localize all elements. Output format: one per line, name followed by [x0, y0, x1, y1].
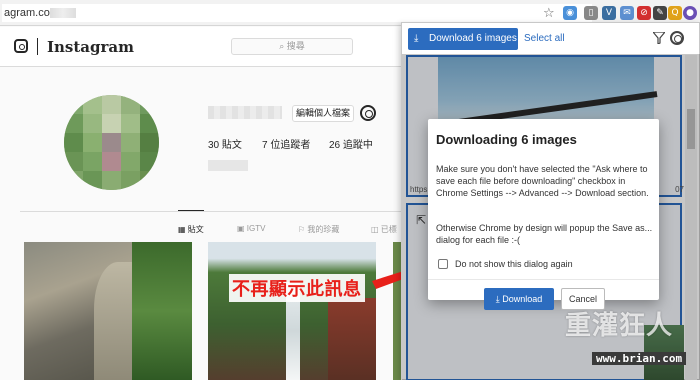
rock-face-shape: [328, 298, 376, 380]
tab-tagged-label: 已標: [380, 225, 397, 234]
download-dialog: Downloading 6 images Make sure you don't…: [428, 119, 659, 310]
tab-posts-label: 貼文: [187, 225, 204, 234]
camera-icon[interactable]: [14, 39, 28, 53]
url-blur: [49, 8, 76, 19]
search-placeholder: 搜尋: [286, 41, 305, 51]
tab-posts[interactable]: ▦ 貼文: [178, 224, 204, 235]
posts-count[interactable]: 30 貼文: [208, 136, 242, 151]
username-blurred: [208, 106, 282, 119]
search-input[interactable]: ⌕ 搜尋: [231, 38, 353, 55]
foliage-shape: [132, 242, 192, 380]
dialog-warning: Otherwise Chrome by design will popup th…: [436, 223, 653, 245]
page-icon[interactable]: ▯: [584, 6, 598, 20]
q-icon[interactable]: Q: [668, 6, 682, 20]
tab-saved[interactable]: ⚐ 我的珍藏: [298, 224, 339, 235]
download-images-button[interactable]: ⤓ Download 6 images: [408, 28, 518, 50]
followers-count[interactable]: 7 位追蹤者: [262, 136, 310, 151]
tags-icon[interactable]: ✎: [653, 6, 667, 20]
tab-tagged[interactable]: ◫ 已標: [371, 224, 397, 235]
bio-blurred: [208, 160, 248, 171]
block-icon[interactable]: ⊘: [637, 6, 651, 20]
dont-show-again-checkbox[interactable]: [438, 259, 448, 269]
filter-icon[interactable]: [653, 32, 665, 44]
extension-toolbar: ⤓ Download 6 images Select all: [402, 23, 699, 55]
dialog-download-button[interactable]: ⤓ Download: [484, 288, 554, 310]
dialog-divider: [428, 279, 659, 280]
mail-icon[interactable]: ✉: [620, 6, 634, 20]
profile-icon[interactable]: ●: [683, 6, 697, 20]
watermark-text: 重灌狂人: [565, 311, 674, 341]
dialog-instructions: Make sure you don't have selected the "A…: [436, 164, 649, 198]
tab-igtv-label: IGTV: [246, 224, 266, 233]
settings-gear-icon[interactable]: [360, 105, 376, 121]
download-images-label: Download 6 images: [429, 33, 517, 44]
drive-icon[interactable]: ◉: [563, 6, 577, 20]
logo-divider: [37, 38, 38, 55]
address-bar[interactable]: agram.co: [2, 4, 592, 22]
active-tab-indicator: [178, 210, 204, 211]
url-text: agram.co: [4, 7, 50, 19]
dialog-title: Downloading 6 images: [436, 132, 577, 147]
grid-photo-1[interactable]: [24, 242, 192, 380]
dialog-download-label: Download: [502, 294, 543, 304]
annotation-label: 不再顯示此訊息: [229, 274, 365, 302]
instagram-wordmark[interactable]: Instagram: [47, 38, 134, 56]
grid-photo-2[interactable]: [208, 242, 376, 380]
bookmark-star-icon[interactable]: ☆: [543, 5, 555, 21]
following-count[interactable]: 26 追蹤中: [329, 136, 373, 151]
select-all-link[interactable]: Select all: [524, 33, 565, 44]
edit-profile-button[interactable]: 編輯個人檔案: [292, 105, 354, 122]
vk-icon[interactable]: V: [602, 6, 616, 20]
screenshot-root: agram.co ☆ ◉ ▯ V ✉ ⊘ ✎ Q ● Instagram ⌕ 搜…: [0, 0, 700, 380]
dont-show-again-label[interactable]: Do not show this dialog again: [455, 259, 573, 269]
watermark-url: www.brian.com: [592, 352, 687, 365]
gear-icon[interactable]: [670, 31, 684, 45]
tab-saved-label: 我的珍藏: [307, 225, 340, 234]
tabs-divider: [20, 211, 402, 212]
instagram-header: Instagram ⌕ 搜尋: [0, 27, 402, 67]
avatar[interactable]: [64, 95, 159, 190]
tab-igtv[interactable]: ▣ IGTV: [237, 224, 265, 233]
download-icon: ⤓: [414, 33, 419, 44]
